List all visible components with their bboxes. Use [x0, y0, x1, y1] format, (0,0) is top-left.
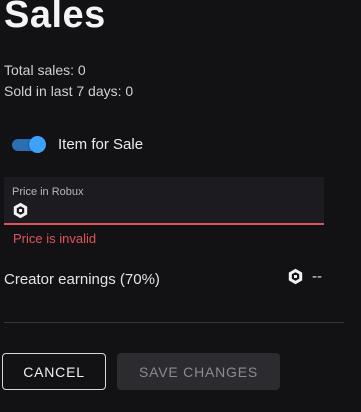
- price-input[interactable]: [34, 201, 314, 219]
- total-sales-text: Total sales: 0: [4, 62, 86, 78]
- page-title: Sales: [4, 0, 106, 36]
- creator-earnings-amount: --: [312, 268, 322, 285]
- save-changes-button[interactable]: SAVE CHANGES: [117, 353, 280, 390]
- price-error-message: Price is invalid: [13, 231, 97, 246]
- sold-last-7-days-text: Sold in last 7 days: 0: [4, 83, 134, 99]
- item-for-sale-label: Item for Sale: [58, 135, 144, 153]
- item-for-sale-toggle[interactable]: [12, 135, 46, 153]
- toggle-knob: [29, 136, 46, 153]
- creator-earnings-value: --: [287, 268, 322, 285]
- cancel-button[interactable]: CANCEL: [2, 353, 106, 390]
- price-field[interactable]: Price in Robux: [4, 177, 324, 225]
- divider: [4, 322, 344, 323]
- sales-panel: Sales Total sales: 0 Sold in last 7 days…: [0, 0, 361, 412]
- robux-icon: [12, 202, 29, 219]
- price-field-label: Price in Robux: [12, 186, 84, 198]
- robux-icon: [287, 268, 304, 285]
- creator-earnings-label: Creator earnings (70%): [4, 271, 160, 288]
- item-for-sale-row: Item for Sale: [12, 135, 143, 153]
